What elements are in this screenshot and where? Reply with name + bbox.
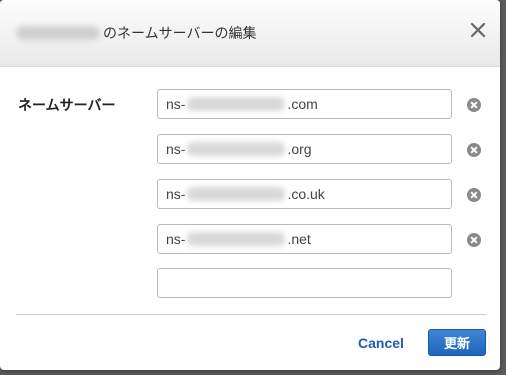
redacted-nameserver-host <box>187 187 286 201</box>
nameserver-suffix: .com <box>287 96 318 112</box>
redacted-nameserver-host <box>187 97 286 111</box>
remove-nameserver-1-icon[interactable] <box>467 98 481 112</box>
nameserver-prefix: ns- <box>166 141 186 157</box>
update-button-label: 更新 <box>443 336 470 351</box>
nameservers-label: ネームサーバー <box>18 97 116 113</box>
nameserver-input-3[interactable]: ns- .co.uk <box>157 179 452 209</box>
close-icon[interactable] <box>468 20 488 40</box>
redacted-domain-name <box>16 26 100 40</box>
nameserver-row-1: ns- .com <box>157 89 452 119</box>
dialog-header: のネームサーバーの編集 <box>0 0 500 67</box>
nameserver-row-2: ns- .org <box>157 134 452 164</box>
nameserver-prefix: ns- <box>166 186 186 202</box>
nameserver-value-2: ns- .org <box>166 141 312 157</box>
nameserver-row-4: ns- .net <box>157 224 452 254</box>
nameserver-value-1: ns- .com <box>166 96 318 112</box>
footer-divider <box>16 314 486 315</box>
remove-nameserver-3-icon[interactable] <box>467 188 481 202</box>
nameserver-suffix: .net <box>287 231 311 247</box>
nameserver-input-1[interactable]: ns- .com <box>157 89 452 119</box>
nameserver-value-3: ns- .co.uk <box>166 186 325 202</box>
nameserver-row-new <box>157 268 452 298</box>
nameserver-prefix: ns- <box>166 231 186 247</box>
nameserver-suffix: .co.uk <box>287 186 325 202</box>
cancel-button[interactable]: Cancel <box>358 335 404 351</box>
nameserver-value-4: ns- .net <box>166 231 311 247</box>
nameserver-row-3: ns- .co.uk <box>157 179 452 209</box>
edit-nameservers-dialog: のネームサーバーの編集 ネームサーバー ns- .com ns- .org ns… <box>0 0 500 370</box>
nameserver-suffix: .org <box>287 141 312 157</box>
nameserver-input-2[interactable]: ns- .org <box>157 134 452 164</box>
new-nameserver-input[interactable] <box>157 268 452 298</box>
redacted-nameserver-host <box>187 232 286 246</box>
redacted-nameserver-host <box>187 142 286 156</box>
dialog-title: のネームサーバーの編集 <box>16 23 256 43</box>
dialog-title-text: のネームサーバーの編集 <box>103 25 257 41</box>
nameserver-prefix: ns- <box>166 96 186 112</box>
remove-nameserver-2-icon[interactable] <box>467 143 481 157</box>
remove-nameserver-4-icon[interactable] <box>467 233 481 247</box>
nameserver-input-4[interactable]: ns- .net <box>157 224 452 254</box>
update-button[interactable]: 更新 <box>428 329 486 356</box>
